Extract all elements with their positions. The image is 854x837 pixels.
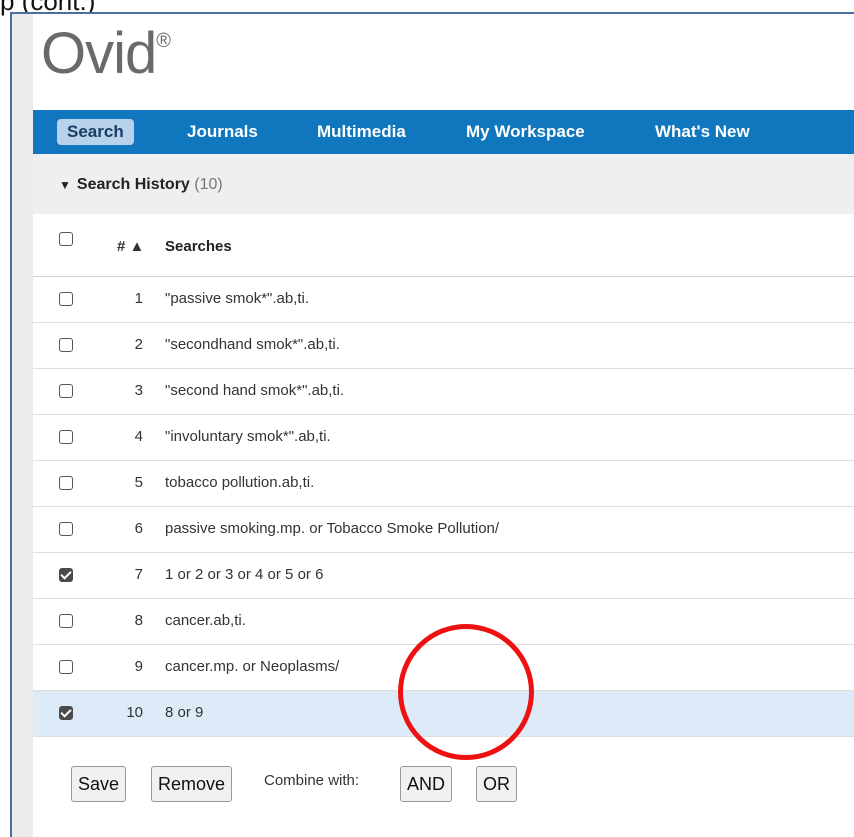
search-number: 7 <box>134 566 143 583</box>
browser-frame: Ovid® Search Journals Multimedia My Work… <box>10 12 854 837</box>
search-number: 9 <box>134 658 143 675</box>
search-number: 10 <box>126 704 143 721</box>
search-query: "passive smok*".ab,ti. <box>165 290 310 307</box>
table-row: 8 cancer.ab,ti. <box>33 599 854 645</box>
nav-my-workspace[interactable]: My Workspace <box>456 119 595 145</box>
search-number: 1 <box>134 290 143 307</box>
nav-journals[interactable]: Journals <box>177 119 268 145</box>
search-number: 5 <box>134 474 143 491</box>
search-query: 1 or 2 or 3 or 4 or 5 or 6 <box>165 566 324 583</box>
search-query: cancer.mp. or Neoplasms/ <box>165 658 340 675</box>
nav-multimedia[interactable]: Multimedia <box>307 119 416 145</box>
search-query: passive smoking.mp. or Tobacco Smoke Pol… <box>165 520 500 537</box>
collapse-triangle-icon[interactable]: ▼ <box>59 178 71 192</box>
search-query: "secondhand smok*".ab,ti. <box>165 336 340 353</box>
row-checkbox[interactable] <box>59 384 73 398</box>
search-history-table: # ▲ Searches 1 "passive smok*".ab,ti. 2 … <box>33 214 854 737</box>
nav-search[interactable]: Search <box>57 119 134 145</box>
save-button[interactable]: Save <box>71 766 127 802</box>
row-checkbox[interactable] <box>59 292 73 306</box>
table-row-highlighted: 10 8 or 9 <box>33 691 854 737</box>
table-row: 4 "involuntary smok*".ab,ti. <box>33 415 854 461</box>
table-row: 6 passive smoking.mp. or Tobacco Smoke P… <box>33 507 854 553</box>
number-column-header[interactable]: # ▲ <box>117 238 147 255</box>
search-number: 4 <box>134 428 143 445</box>
combine-and-button[interactable]: AND <box>400 766 453 802</box>
main-nav: Search Journals Multimedia My Workspace … <box>33 110 854 154</box>
row-checkbox[interactable] <box>59 660 73 674</box>
remove-button[interactable]: Remove <box>151 766 233 802</box>
registered-mark: ® <box>156 30 171 52</box>
search-history-header[interactable]: ▼ Search History (10) <box>33 154 854 214</box>
ovid-logo[interactable]: Ovid® <box>41 16 171 91</box>
search-history-count: (10) <box>194 176 223 193</box>
combine-or-button[interactable]: OR <box>476 766 517 802</box>
row-checkbox[interactable] <box>59 476 73 490</box>
search-query: cancer.ab,ti. <box>165 612 246 629</box>
table-row: 9 cancer.mp. or Neoplasms/ <box>33 645 854 691</box>
select-all-checkbox[interactable] <box>59 232 73 246</box>
searches-column-header: Searches <box>165 238 232 255</box>
row-checkbox[interactable] <box>59 430 73 444</box>
search-number: 6 <box>134 520 143 537</box>
search-number: 3 <box>134 382 143 399</box>
row-checkbox[interactable] <box>59 338 73 352</box>
search-query: "second hand smok*".ab,ti. <box>165 382 345 399</box>
row-checkbox-checked[interactable] <box>59 706 73 720</box>
row-checkbox[interactable] <box>59 614 73 628</box>
ovid-page: Ovid® Search Journals Multimedia My Work… <box>33 14 854 837</box>
logo-text: Ovid <box>41 21 157 86</box>
table-row: 2 "secondhand smok*".ab,ti. <box>33 323 854 369</box>
search-history-title[interactable]: ▼ Search History (10) <box>59 176 223 194</box>
search-query: tobacco pollution.ab,ti. <box>165 474 315 491</box>
table-row: 3 "second hand smok*".ab,ti. <box>33 369 854 415</box>
row-checkbox[interactable] <box>59 522 73 536</box>
table-row: 5 tobacco pollution.ab,ti. <box>33 461 854 507</box>
search-query: "involuntary smok*".ab,ti. <box>165 428 331 445</box>
row-checkbox-checked[interactable] <box>59 568 73 582</box>
nav-whats-new[interactable]: What's New <box>645 119 760 145</box>
combine-with-label: Combine with: <box>264 772 360 789</box>
table-row: 1 "passive smok*".ab,ti. <box>33 277 854 323</box>
history-actions: Save Remove Combine with: AND OR <box>33 750 854 810</box>
search-history-label: Search History <box>76 176 190 193</box>
table-header-row: # ▲ Searches <box>33 214 854 277</box>
search-number: 8 <box>134 612 143 629</box>
search-number: 2 <box>134 336 143 353</box>
search-query: 8 or 9 <box>165 704 204 721</box>
table-row: 7 1 or 2 or 3 or 4 or 5 or 6 <box>33 553 854 599</box>
